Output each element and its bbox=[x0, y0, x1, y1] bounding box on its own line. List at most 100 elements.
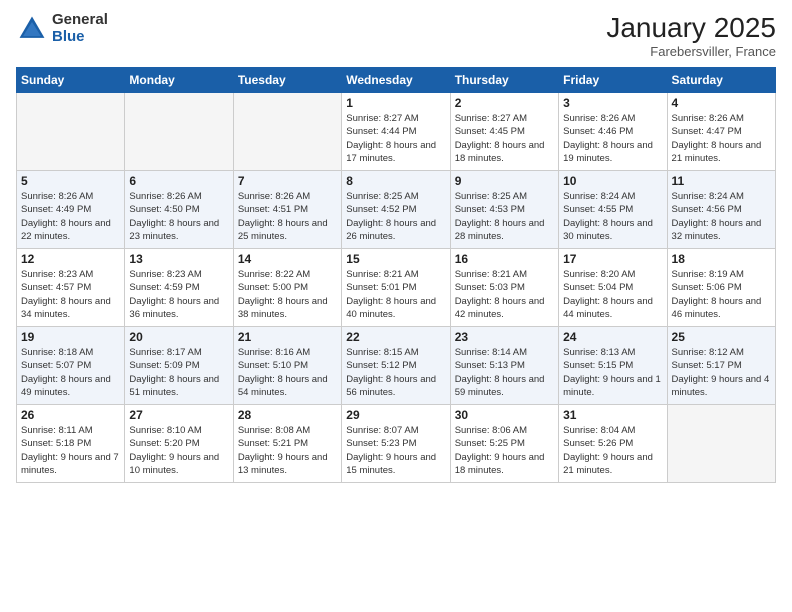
sunrise-text: Sunrise: 8:26 AM bbox=[21, 191, 93, 202]
calendar-week-4: 19 Sunrise: 8:18 AM Sunset: 5:07 PM Dayligh… bbox=[17, 327, 776, 405]
day-info: Sunrise: 8:14 AMSunset: 5:13 PMDaylight:… bbox=[455, 346, 554, 399]
calendar-table: Sunday Monday Tuesday Wednesday Thursday… bbox=[16, 67, 776, 483]
day-number: 20 bbox=[129, 330, 228, 344]
logo-blue-text: Blue bbox=[52, 29, 108, 46]
sunrise-text: Sunrise: 8:26 AM bbox=[563, 113, 635, 124]
table-cell: 4Sunrise: 8:26 AMSunset: 4:47 PMDaylight… bbox=[667, 93, 775, 171]
table-cell: 9Sunrise: 8:25 AMSunset: 4:53 PMDaylight… bbox=[450, 171, 558, 249]
sunset-text: Sunset: 5:10 PM bbox=[238, 360, 308, 371]
table-cell: 8Sunrise: 8:25 AMSunset: 4:52 PMDaylight… bbox=[342, 171, 450, 249]
table-cell: 18Sunrise: 8:19 AMSunset: 5:06 PMDayligh… bbox=[667, 249, 775, 327]
calendar-week-3: 12Sunrise: 8:23 AMSunset: 4:57 PMDayligh… bbox=[17, 249, 776, 327]
day-number: 3 bbox=[563, 96, 662, 110]
sunset-text: Sunset: 4:44 PM bbox=[346, 126, 416, 137]
day-info: Sunrise: 8:24 AMSunset: 4:55 PMDaylight:… bbox=[563, 190, 662, 243]
daylight-text: Daylight: 8 hours and 40 minutes. bbox=[346, 296, 436, 320]
month-title: January 2025 bbox=[606, 12, 776, 44]
daylight-text: Daylight: 8 hours and 23 minutes. bbox=[129, 218, 219, 242]
sunset-text: Sunset: 4:55 PM bbox=[563, 204, 633, 215]
logo: General Blue bbox=[16, 12, 108, 45]
table-cell: 20Sunrise: 8:17 AMSunset: 5:09 PMDayligh… bbox=[125, 327, 233, 405]
sunrise-text: Sunrise: 8:19 AM bbox=[672, 269, 744, 280]
col-friday: Friday bbox=[559, 68, 667, 93]
day-number: 1 bbox=[346, 96, 445, 110]
sunset-text: Sunset: 4:52 PM bbox=[346, 204, 416, 215]
sunset-text: Sunset: 5:00 PM bbox=[238, 282, 308, 293]
table-cell: 30Sunrise: 8:06 AMSunset: 5:25 PMDayligh… bbox=[450, 405, 558, 483]
table-cell: 22Sunrise: 8:15 AMSunset: 5:12 PMDayligh… bbox=[342, 327, 450, 405]
daylight-text: Daylight: 8 hours and 18 minutes. bbox=[455, 140, 545, 164]
sunset-text: Sunset: 4:49 PM bbox=[21, 204, 91, 215]
daylight-text: Daylight: 9 hours and 1 minute. bbox=[563, 374, 661, 398]
day-number: 14 bbox=[238, 252, 337, 266]
day-number: 7 bbox=[238, 174, 337, 188]
sunrise-text: Sunrise: 8:18 AM bbox=[21, 347, 93, 358]
day-number: 26 bbox=[21, 408, 120, 422]
table-cell: 25Sunrise: 8:12 AMSunset: 5:17 PMDayligh… bbox=[667, 327, 775, 405]
daylight-text: Daylight: 8 hours and 17 minutes. bbox=[346, 140, 436, 164]
sunrise-text: Sunrise: 8:21 AM bbox=[346, 269, 418, 280]
sunset-text: Sunset: 4:45 PM bbox=[455, 126, 525, 137]
sunset-text: Sunset: 4:53 PM bbox=[455, 204, 525, 215]
sunrise-text: Sunrise: 8:07 AM bbox=[346, 425, 418, 436]
sunrise-text: Sunrise: 8:20 AM bbox=[563, 269, 635, 280]
sunrise-text: Sunrise: 8:21 AM bbox=[455, 269, 527, 280]
logo-general-text: General bbox=[52, 12, 108, 29]
day-info: Sunrise: 8:23 AMSunset: 4:59 PMDaylight:… bbox=[129, 268, 228, 321]
sunset-text: Sunset: 5:07 PM bbox=[21, 360, 91, 371]
calendar-week-5: 26Sunrise: 8:11 AMSunset: 5:18 PMDayligh… bbox=[17, 405, 776, 483]
daylight-text: Daylight: 8 hours and 32 minutes. bbox=[672, 218, 762, 242]
day-number: 29 bbox=[346, 408, 445, 422]
sunset-text: Sunset: 5:25 PM bbox=[455, 438, 525, 449]
sunrise-text: Sunrise: 8:24 AM bbox=[672, 191, 744, 202]
daylight-text: Daylight: 9 hours and 18 minutes. bbox=[455, 452, 545, 476]
daylight-text: Daylight: 9 hours and 21 minutes. bbox=[563, 452, 653, 476]
sunrise-text: Sunrise: 8:23 AM bbox=[21, 269, 93, 280]
header: General Blue January 2025 Farebersviller… bbox=[16, 12, 776, 59]
daylight-text: Daylight: 8 hours and 25 minutes. bbox=[238, 218, 328, 242]
sunset-text: Sunset: 5:12 PM bbox=[346, 360, 416, 371]
daylight-text: Daylight: 8 hours and 19 minutes. bbox=[563, 140, 653, 164]
sunrise-text: Sunrise: 8:15 AM bbox=[346, 347, 418, 358]
table-cell: 26Sunrise: 8:11 AMSunset: 5:18 PMDayligh… bbox=[17, 405, 125, 483]
day-number: 27 bbox=[129, 408, 228, 422]
calendar-week-1: 1 Sunrise: 8:27 AMSunset: 4:44 PMDaylight… bbox=[17, 93, 776, 171]
table-cell: 12Sunrise: 8:23 AMSunset: 4:57 PMDayligh… bbox=[17, 249, 125, 327]
daylight-text: Daylight: 8 hours and 42 minutes. bbox=[455, 296, 545, 320]
day-info: Sunrise: 8:26 AMSunset: 4:51 PMDaylight:… bbox=[238, 190, 337, 243]
col-monday: Monday bbox=[125, 68, 233, 93]
table-cell: 2Sunrise: 8:27 AMSunset: 4:45 PMDaylight… bbox=[450, 93, 558, 171]
daylight-text: Daylight: 8 hours and 28 minutes. bbox=[455, 218, 545, 242]
day-info: Sunrise: 8:13 AMSunset: 5:15 PMDaylight:… bbox=[563, 346, 662, 399]
table-cell: 21Sunrise: 8:16 AMSunset: 5:10 PMDayligh… bbox=[233, 327, 341, 405]
sunrise-text: Sunrise: 8:25 AM bbox=[346, 191, 418, 202]
sunrise-text: Sunrise: 8:16 AM bbox=[238, 347, 310, 358]
table-cell: 24 Sunrise: 8:13 AMSunset: 5:15 PMDayligh… bbox=[559, 327, 667, 405]
sunset-text: Sunset: 5:18 PM bbox=[21, 438, 91, 449]
table-cell: 6Sunrise: 8:26 AMSunset: 4:50 PMDaylight… bbox=[125, 171, 233, 249]
table-cell: 14Sunrise: 8:22 AMSunset: 5:00 PMDayligh… bbox=[233, 249, 341, 327]
day-number: 23 bbox=[455, 330, 554, 344]
day-info: Sunrise: 8:08 AMSunset: 5:21 PMDaylight:… bbox=[238, 424, 337, 477]
day-number: 8 bbox=[346, 174, 445, 188]
table-cell: 29Sunrise: 8:07 AMSunset: 5:23 PMDayligh… bbox=[342, 405, 450, 483]
table-cell: 17Sunrise: 8:20 AMSunset: 5:04 PMDayligh… bbox=[559, 249, 667, 327]
sunset-text: Sunset: 5:04 PM bbox=[563, 282, 633, 293]
day-number: 19 bbox=[21, 330, 120, 344]
sunrise-text: Sunrise: 8:23 AM bbox=[129, 269, 201, 280]
table-cell: 13Sunrise: 8:23 AMSunset: 4:59 PMDayligh… bbox=[125, 249, 233, 327]
table-cell: 19Sunrise: 8:18 AMSunset: 5:07 PMDayligh… bbox=[17, 327, 125, 405]
sunset-text: Sunset: 5:17 PM bbox=[672, 360, 742, 371]
sunrise-text: Sunrise: 8:26 AM bbox=[672, 113, 744, 124]
logo-text: General Blue bbox=[52, 12, 108, 45]
sunset-text: Sunset: 4:57 PM bbox=[21, 282, 91, 293]
subtitle: Farebersviller, France bbox=[606, 44, 776, 59]
col-saturday: Saturday bbox=[667, 68, 775, 93]
table-cell: 31Sunrise: 8:04 AMSunset: 5:26 PMDayligh… bbox=[559, 405, 667, 483]
day-info: Sunrise: 8:27 AMSunset: 4:44 PMDaylight:… bbox=[346, 112, 445, 165]
day-number: 24 bbox=[563, 330, 662, 344]
sunrise-text: Sunrise: 8:04 AM bbox=[563, 425, 635, 436]
day-info: Sunrise: 8:25 AMSunset: 4:52 PMDaylight:… bbox=[346, 190, 445, 243]
table-cell: 16Sunrise: 8:21 AMSunset: 5:03 PMDayligh… bbox=[450, 249, 558, 327]
day-number: 30 bbox=[455, 408, 554, 422]
